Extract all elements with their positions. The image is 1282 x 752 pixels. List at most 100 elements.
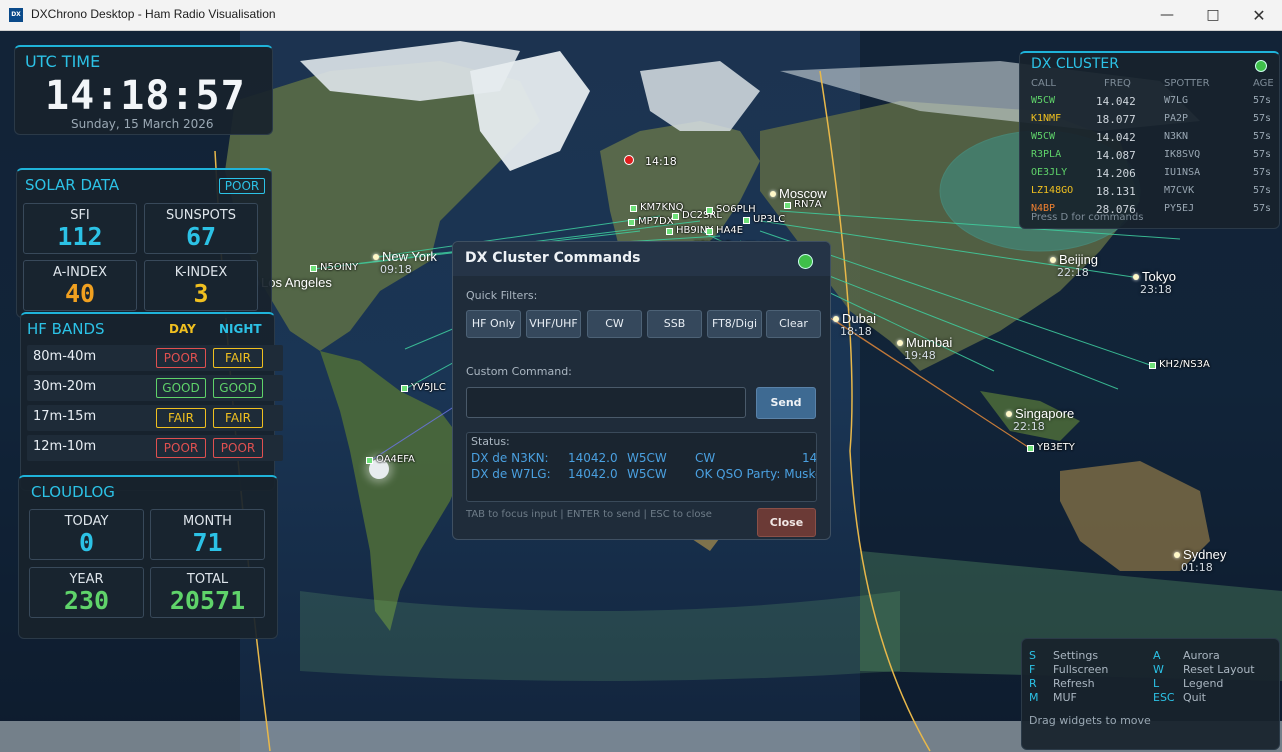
cluster-spot-spotter: PA2P [1164, 113, 1189, 124]
filter-button[interactable]: FT8/Digi [707, 310, 762, 338]
close-window-button[interactable]: ✕ [1236, 0, 1282, 31]
band-day-condition: GOOD [156, 378, 206, 398]
filter-button[interactable]: VHF/UHF [526, 310, 581, 338]
filter-button[interactable]: SSB [647, 310, 702, 338]
city-name: Beijing [1059, 252, 1099, 267]
send-button[interactable]: Send [756, 387, 816, 419]
solar-card-label: SFI [70, 208, 90, 223]
custom-command-label: Custom Command: [466, 365, 572, 378]
cluster-spot-call[interactable]: W5CW [1031, 95, 1055, 106]
spot-marker-icon[interactable] [666, 228, 673, 235]
spot-marker-icon[interactable] [366, 457, 373, 464]
city-marker-icon [1174, 552, 1180, 558]
day-column-header: DAY [169, 322, 196, 336]
solar-card-1: SUNSPOTS 67 [144, 203, 258, 254]
spot-callsign: RN7A [794, 199, 822, 210]
cloudlog-panel[interactable]: CLOUDLOG TODAY 0 MONTH 71 YEAR 230 TOTAL 20571 [18, 475, 278, 639]
cluster-spot-freq: 14.087 [1096, 149, 1136, 162]
spot-marker-icon[interactable] [401, 385, 408, 392]
spot-marker-icon[interactable] [630, 205, 637, 212]
band-day-condition: POOR [156, 438, 206, 458]
spot-marker-icon[interactable] [706, 228, 713, 235]
shortcut-label: Fullscreen [1053, 663, 1109, 676]
cluster-connected-icon [1255, 60, 1267, 72]
spot-callsign: N5OINY [320, 262, 359, 273]
cloudlog-card-label: YEAR [69, 572, 104, 587]
close-dialog-button[interactable]: Close [757, 508, 816, 537]
city-name: Singapore [1015, 406, 1075, 421]
dx-cluster-commands-dialog[interactable]: DX Cluster Commands Quick Filters: HF On… [452, 241, 831, 540]
spot-marker-icon[interactable] [784, 202, 791, 209]
app-window: DX DXChrono Desktop - Ham Radio Visualis… [0, 0, 1282, 752]
cluster-spot-spotter: M7CVK [1164, 185, 1195, 196]
spot-marker-icon[interactable] [706, 207, 713, 214]
cloudlog-card-label: TOTAL [186, 572, 229, 587]
cloudlog-header: CLOUDLOG [31, 483, 115, 501]
solar-data-header: SOLAR DATA [25, 176, 120, 194]
solar-card-label: K-INDEX [174, 265, 228, 280]
spot-marker-icon[interactable] [743, 217, 750, 224]
shortcut-label: Settings [1053, 649, 1099, 662]
shortcuts-hint: Drag widgets to move [1029, 714, 1151, 727]
cluster-spot-call[interactable]: R3PLA [1031, 149, 1061, 160]
dialog-hint: TAB to focus input | ENTER to send | ESC… [466, 509, 712, 520]
cluster-spot-call[interactable]: K1NMF [1031, 113, 1061, 124]
shortcut-label: Aurora [1183, 649, 1220, 662]
spot-callsign: YB3ETY [1037, 442, 1075, 453]
maximize-button[interactable]: □ [1190, 0, 1236, 31]
status-text: OK QSO Party: Musko [695, 467, 817, 481]
status-text: W5CW [627, 451, 667, 465]
custom-command-input[interactable] [466, 387, 746, 418]
utc-time-panel[interactable]: UTC TIME 14:18:57 Sunday, 15 March 2026 [14, 45, 273, 135]
hf-bands-panel[interactable]: HF BANDS DAY NIGHT 80m-40m POOR FAIR 30m-20… [20, 312, 283, 491]
solar-card-0: SFI 112 [23, 203, 137, 254]
filter-button[interactable]: CW [587, 310, 642, 338]
spot-callsign: YV5JLC [411, 382, 446, 393]
spot-marker-icon[interactable] [310, 265, 317, 272]
shortcut-key: S [1029, 649, 1036, 662]
status-text: DX de W7LG: [471, 467, 551, 481]
spot-callsign: OA4EFA [376, 454, 415, 465]
cluster-spot-age: 57s [1253, 113, 1272, 124]
city-marker-icon [1006, 411, 1012, 417]
status-box: Status: DX de N3KN: 14042.0 W5CW CW 1418 DX d… [466, 432, 817, 502]
city-time: 09:18 [380, 263, 412, 276]
minimize-button[interactable]: — [1144, 0, 1190, 31]
shortcut-label: Legend [1183, 677, 1224, 690]
spot-marker-icon[interactable] [1149, 362, 1156, 369]
dx-cluster-panel[interactable]: DX CLUSTER CALL FREQ SPOTTER AGE W5CW 14.042… [1019, 51, 1280, 229]
city-time: 18:18 [840, 325, 872, 338]
spot-marker-icon[interactable] [628, 219, 635, 226]
cloudlog-card-label: MONTH [183, 514, 232, 529]
shortcuts-panel: S Settings A Aurora F Fullscreen W Reset Layout… [1021, 638, 1280, 750]
band-day-condition: FAIR [156, 408, 206, 428]
solar-card-label: A-INDEX [53, 265, 107, 280]
filter-button[interactable]: Clear [766, 310, 821, 338]
shortcut-label: Quit [1183, 691, 1206, 704]
cluster-spot-age: 57s [1253, 185, 1272, 196]
app-logo-icon: DX [9, 8, 23, 22]
solar-card-value: 112 [57, 222, 103, 251]
shortcut-key: ESC [1153, 691, 1175, 704]
shortcut-key: L [1153, 677, 1160, 690]
cluster-spot-spotter: PY5EJ [1164, 203, 1195, 214]
shortcut-key: W [1153, 663, 1164, 676]
dx-cluster-header: DX CLUSTER [1031, 56, 1119, 72]
band-name: 30m-20m [33, 379, 97, 394]
spot-marker-icon[interactable] [672, 213, 679, 220]
shortcut-label: Reset Layout [1183, 663, 1255, 676]
cluster-spot-call[interactable]: OE3JLY [1031, 167, 1067, 178]
solar-data-panel[interactable]: SOLAR DATA POOR SFI 112 SUNSPOTS 67 A-INDEX 4… [16, 168, 272, 318]
cluster-spot-call[interactable]: W5CW [1031, 131, 1055, 142]
city-marker-icon [897, 340, 903, 346]
spot-marker-icon[interactable] [1027, 445, 1034, 452]
quick-filters-label: Quick Filters: [466, 289, 538, 302]
cluster-spot-call[interactable]: LZ148GO [1031, 185, 1073, 196]
cluster-column-header: CALL [1031, 78, 1056, 89]
cloudlog-card-value: 71 [192, 528, 223, 557]
city-name: Tokyo [1142, 269, 1176, 284]
filter-button[interactable]: HF Only [466, 310, 521, 338]
world-map[interactable]: 14:18 New York 09:18 Moscow Dubai 18:18 Mumba… [0, 31, 1282, 752]
cluster-spot-age: 57s [1253, 131, 1272, 142]
cloudlog-card-0: TODAY 0 [29, 509, 144, 560]
